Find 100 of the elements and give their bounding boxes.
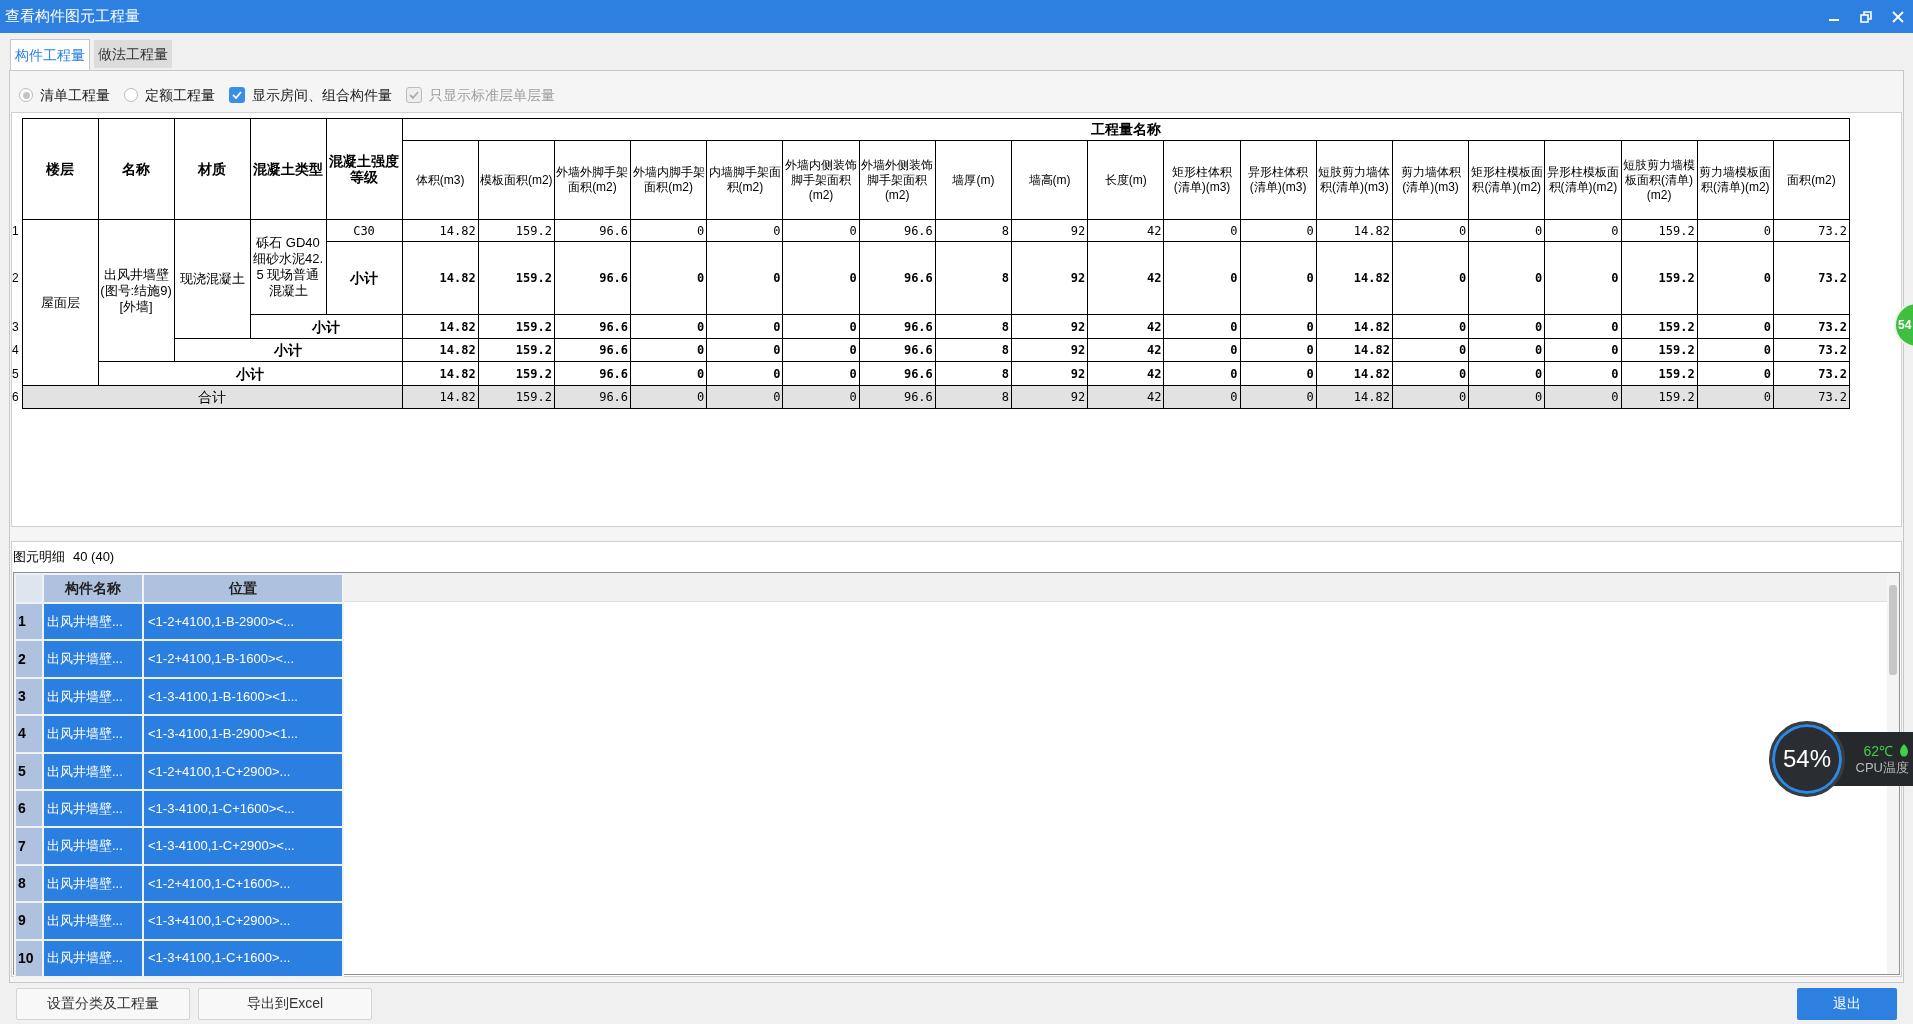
table-cell: 96.6	[554, 219, 631, 242]
row-header[interactable]: 8	[15, 864, 43, 903]
row-header[interactable]: 1	[15, 603, 43, 641]
table-cell[interactable]: 出风井墙壁...	[43, 715, 143, 753]
option-label[interactable]: 清单工程量	[40, 84, 110, 106]
row-number: 6	[12, 385, 22, 409]
table-cell: 14.82	[402, 361, 479, 386]
action-button[interactable]: 设置分类及工程量	[16, 987, 190, 1020]
close-icon[interactable]	[1891, 9, 1905, 24]
table-cell: 0	[1544, 338, 1621, 362]
table-cell: 14.82	[402, 338, 479, 362]
column-header: 体积(m3)	[402, 140, 479, 220]
table-cell: 小计	[250, 314, 402, 339]
table-cell: 42	[1087, 241, 1164, 315]
column-header: 剪力墙模板面积(清单)(m2)	[1697, 140, 1774, 220]
row-header[interactable]: 3	[15, 677, 43, 716]
table-cell: 73.2	[1773, 338, 1850, 362]
column-header[interactable]: 构件名称	[43, 574, 143, 603]
table-cell[interactable]: <1-3+4100,1-C+2900>...	[143, 902, 343, 940]
table-cell: 42	[1087, 219, 1164, 242]
table-cell[interactable]: <1-3-4100,1-C+2900><...	[143, 827, 343, 865]
table-cell[interactable]: <1-2+4100,1-C+1600>...	[143, 864, 343, 903]
option-label[interactable]: 显示房间、组合构件量	[252, 84, 392, 106]
table-cell: 0	[1468, 314, 1545, 339]
table-cell: 0	[1240, 241, 1317, 315]
table-cell: 小计	[174, 338, 402, 362]
table-cell[interactable]: 出风井墙壁...	[43, 827, 143, 865]
table-cell: 159.2	[1621, 241, 1698, 315]
table-cell: 96.6	[554, 241, 631, 315]
table-cell[interactable]: <1-2+4100,1-B-1600><...	[143, 640, 343, 678]
checkmark-icon	[408, 89, 420, 101]
table-cell: 159.2	[478, 361, 555, 386]
table-cell: 0	[706, 314, 783, 339]
table-cell[interactable]: 出风井墙壁...	[43, 902, 143, 940]
table-cell: 96.6	[554, 338, 631, 362]
table-cell[interactable]: <1-3+4100,1-C+1600>...	[143, 939, 343, 977]
scrollbar-thumb[interactable]	[1889, 585, 1897, 675]
row-header[interactable]: 9	[15, 902, 43, 940]
exit-button[interactable]: 退出	[1797, 987, 1897, 1020]
table-cell: 合计	[22, 385, 402, 409]
table-cell: 42	[1087, 314, 1164, 339]
table-cell[interactable]: <1-3-4100,1-B-1600><1...	[143, 677, 343, 716]
column-header: 长度(m)	[1087, 140, 1164, 220]
row-header[interactable]: 2	[15, 640, 43, 678]
radio-button[interactable]	[124, 88, 138, 102]
table-cell[interactable]: 出风井墙壁...	[43, 939, 143, 977]
table-cell: 14.82	[402, 219, 479, 242]
row-header[interactable]: 6	[15, 789, 43, 828]
table-cell[interactable]: <1-2+4100,1-B-2900><...	[143, 603, 343, 641]
column-header: 异形柱模板面积(清单)(m2)	[1544, 140, 1621, 220]
restore-icon[interactable]	[1859, 9, 1873, 24]
table-cell: 0	[1697, 338, 1774, 362]
table-cell: 96.6	[554, 314, 631, 339]
table-cell: 96.6	[859, 361, 936, 386]
table-cell[interactable]: <1-3-4100,1-C+1600><...	[143, 789, 343, 828]
checkbox[interactable]	[229, 87, 245, 103]
tab[interactable]: 构件工程量	[10, 39, 90, 70]
table-cell[interactable]: 出风井墙壁...	[43, 752, 143, 790]
table-cell: 92	[1011, 338, 1088, 362]
table-cell[interactable]: 出风井墙壁...	[43, 789, 143, 828]
table-cell[interactable]: <1-2+4100,1-C+2900>...	[143, 752, 343, 790]
table-cell: 0	[1544, 314, 1621, 339]
tab[interactable]: 做法工程量	[94, 40, 172, 68]
table-cell[interactable]: <1-3-4100,1-B-2900><1...	[143, 715, 343, 753]
table-cell: 14.82	[1316, 361, 1393, 386]
option-label[interactable]: 定额工程量	[145, 84, 215, 106]
table-cell: 14.82	[402, 241, 479, 315]
table-cell[interactable]: 出风井墙壁...	[43, 640, 143, 678]
row-header[interactable]: 10	[15, 939, 43, 977]
row-header[interactable]: 4	[15, 715, 43, 753]
table-cell: 0	[782, 338, 860, 362]
table-cell: 0	[1544, 361, 1621, 386]
table-cell: 73.2	[1773, 241, 1850, 315]
table-cell: 0	[1697, 219, 1774, 242]
row-header[interactable]: 7	[15, 827, 43, 865]
row-header[interactable]: 5	[15, 752, 43, 790]
table-cell: 0	[1392, 338, 1469, 362]
table-cell: 96.6	[859, 219, 936, 242]
table-cell: 0	[782, 361, 860, 386]
column-header: 外墙外脚手架面积(m2)	[554, 140, 631, 220]
table-cell: 0	[1697, 361, 1774, 386]
table-cell: 159.2	[1621, 361, 1698, 386]
action-button[interactable]: 导出到Excel	[198, 987, 372, 1020]
table-cell: 42	[1087, 338, 1164, 362]
radio-button[interactable]	[19, 88, 33, 102]
section-title: 图元明细	[13, 548, 65, 567]
column-header[interactable]: 位置	[143, 574, 343, 603]
table-cell: 73.2	[1773, 219, 1850, 242]
table-cell: 0	[1544, 219, 1621, 242]
table-cell: 砾石 GD40细砂水泥42.5 现场普通混凝土	[250, 219, 326, 315]
table-cell[interactable]: 出风井墙壁...	[43, 864, 143, 903]
checkmark-icon	[231, 89, 243, 101]
temperature-text: 62℃	[1863, 742, 1893, 759]
row-number: 1	[12, 219, 22, 242]
table-cell[interactable]: 出风井墙壁...	[43, 603, 143, 641]
table-cell[interactable]: 出风井墙壁...	[43, 677, 143, 716]
table-cell: 0	[1240, 338, 1317, 362]
table-cell: 0	[1392, 241, 1469, 315]
table-cell: 42	[1087, 361, 1164, 386]
table-cell: 0	[1163, 338, 1241, 362]
